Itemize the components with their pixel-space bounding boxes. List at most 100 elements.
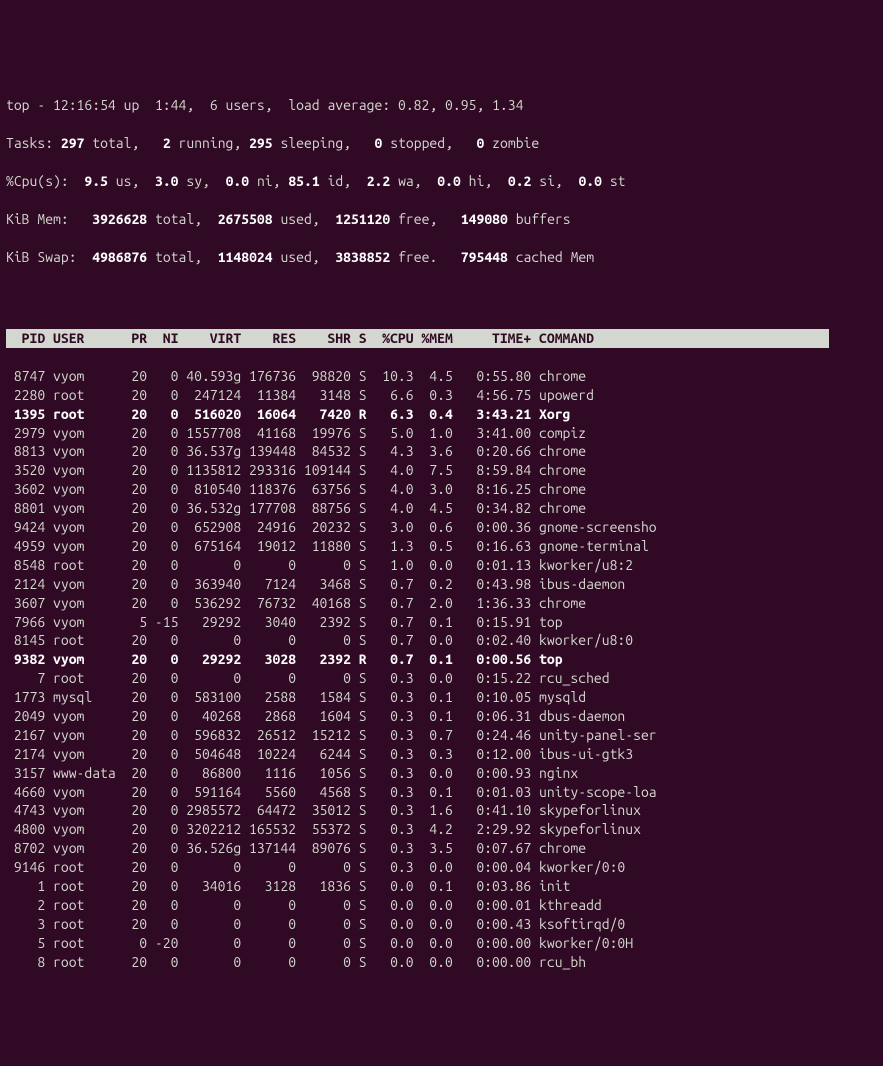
cell-shr: 0 xyxy=(296,915,351,934)
col-pr[interactable]: PR xyxy=(116,329,147,348)
cell-ni: 0 xyxy=(147,461,178,480)
cell-res: 76732 xyxy=(241,594,296,613)
cell-cmd: kthreadd xyxy=(531,896,602,915)
cell-res: 0 xyxy=(241,631,296,650)
col-ni[interactable]: NI xyxy=(147,329,178,348)
cell-mem: 0.3 xyxy=(414,386,453,405)
cell-user: root xyxy=(45,934,116,953)
cell-s: S xyxy=(351,575,367,594)
cell-mem: 0.3 xyxy=(414,745,453,764)
cell-mem: 0.0 xyxy=(414,896,453,915)
col-user[interactable]: USER xyxy=(45,329,116,348)
summary-line-tasks: Tasks: 297 total, 2 running, 295 sleepin… xyxy=(6,134,877,153)
cell-res: 137144 xyxy=(241,839,296,858)
cell-mem: 0.0 xyxy=(414,953,453,972)
table-row: 9146root200000S0.30.00:00.04kworker/0:0 xyxy=(6,858,877,877)
cell-ni: 0 xyxy=(147,442,178,461)
cell-s: S xyxy=(351,896,367,915)
cell-ni: 0 xyxy=(147,820,178,839)
cell-pid: 2979 xyxy=(6,424,45,443)
col-time[interactable]: TIME+ xyxy=(453,329,531,348)
col-mem[interactable]: %MEM xyxy=(414,329,453,348)
cell-virt: 247124 xyxy=(178,386,241,405)
cell-ni: 0 xyxy=(147,650,178,669)
cell-user: vyom xyxy=(45,820,116,839)
table-row: 2root200000S0.00.00:00.01kthreadd xyxy=(6,896,877,915)
col-cpu[interactable]: %CPU xyxy=(367,329,414,348)
cell-pr: 20 xyxy=(116,726,147,745)
cell-user: vyom xyxy=(45,745,116,764)
cell-ni: 0 xyxy=(147,669,178,688)
cell-cpu: 0.3 xyxy=(367,839,414,858)
cell-ni: 0 xyxy=(147,537,178,556)
cell-mem: 2.0 xyxy=(414,594,453,613)
cell-cmd: chrome xyxy=(531,461,586,480)
cell-pid: 7 xyxy=(6,669,45,688)
cell-s: S xyxy=(351,953,367,972)
cell-cpu: 0.3 xyxy=(367,783,414,802)
cell-res: 0 xyxy=(241,896,296,915)
cell-pid: 4660 xyxy=(6,783,45,802)
col-virt[interactable]: VIRT xyxy=(178,329,241,348)
cell-pr: 20 xyxy=(116,442,147,461)
col-command[interactable]: COMMAND xyxy=(531,329,594,348)
cell-res: 5560 xyxy=(241,783,296,802)
cell-user: vyom xyxy=(45,518,116,537)
table-row: 3root200000S0.00.00:00.43ksoftirqd/0 xyxy=(6,915,877,934)
cell-mem: 4.2 xyxy=(414,820,453,839)
cell-res: 3128 xyxy=(241,877,296,896)
cell-ni: -15 xyxy=(147,613,178,632)
cell-cpu: 10.3 xyxy=(367,367,414,386)
cell-cpu: 0.0 xyxy=(367,896,414,915)
cell-pid: 2 xyxy=(6,896,45,915)
cell-pr: 20 xyxy=(116,461,147,480)
table-row: 8813vyom20036.537g13944884532S4.33.60:20… xyxy=(6,442,877,461)
cell-time: 8:59.84 xyxy=(453,461,531,480)
col-pid[interactable]: PID xyxy=(6,329,45,348)
table-row: 3520vyom2001135812293316109144S4.07.58:5… xyxy=(6,461,877,480)
cell-s: S xyxy=(351,386,367,405)
column-header[interactable]: PIDUSERPRNIVIRTRESSHRS%CPU%MEMTIME+COMMA… xyxy=(6,329,829,348)
cell-shr: 88756 xyxy=(296,499,351,518)
cell-shr: 0 xyxy=(296,934,351,953)
cell-ni: 0 xyxy=(147,877,178,896)
cell-cmd: gnome-screensho xyxy=(531,518,656,537)
cell-mem: 0.1 xyxy=(414,613,453,632)
cell-time: 4:56.75 xyxy=(453,386,531,405)
cell-time: 0:03.86 xyxy=(453,877,531,896)
cell-cmd: skypeforlinux xyxy=(531,801,641,820)
cell-pr: 20 xyxy=(116,424,147,443)
cell-s: S xyxy=(351,915,367,934)
cell-user: vyom xyxy=(45,801,116,820)
cell-virt: 583100 xyxy=(178,688,241,707)
cell-time: 0:00.00 xyxy=(453,934,531,953)
cell-res: 0 xyxy=(241,934,296,953)
cell-shr: 1056 xyxy=(296,764,351,783)
cell-pid: 9424 xyxy=(6,518,45,537)
cell-virt: 36.532g xyxy=(178,499,241,518)
cell-virt: 29292 xyxy=(178,650,241,669)
cell-res: 293316 xyxy=(241,461,296,480)
cell-cpu: 0.3 xyxy=(367,858,414,877)
cell-pr: 20 xyxy=(116,915,147,934)
cell-time: 1:36.33 xyxy=(453,594,531,613)
cell-user: vyom xyxy=(45,480,116,499)
cell-s: S xyxy=(351,367,367,386)
cell-cpu: 3.0 xyxy=(367,518,414,537)
table-row: 1773mysql20058310025881584S0.30.10:10.05… xyxy=(6,688,877,707)
cell-user: root xyxy=(45,386,116,405)
cell-pr: 20 xyxy=(116,537,147,556)
table-row: 3157www-data2008680011161056S0.30.00:00.… xyxy=(6,764,877,783)
col-s[interactable]: S xyxy=(351,329,367,348)
cell-user: root xyxy=(45,896,116,915)
col-res[interactable]: RES xyxy=(241,329,296,348)
col-shr[interactable]: SHR xyxy=(296,329,351,348)
cell-ni: 0 xyxy=(147,801,178,820)
cell-time: 0:10.05 xyxy=(453,688,531,707)
cell-shr: 6244 xyxy=(296,745,351,764)
cell-virt: 0 xyxy=(178,669,241,688)
cell-pr: 20 xyxy=(116,367,147,386)
table-row: 8801vyom20036.532g17770888756S4.04.50:34… xyxy=(6,499,877,518)
cell-pr: 20 xyxy=(116,764,147,783)
cell-cpu: 6.3 xyxy=(367,405,414,424)
